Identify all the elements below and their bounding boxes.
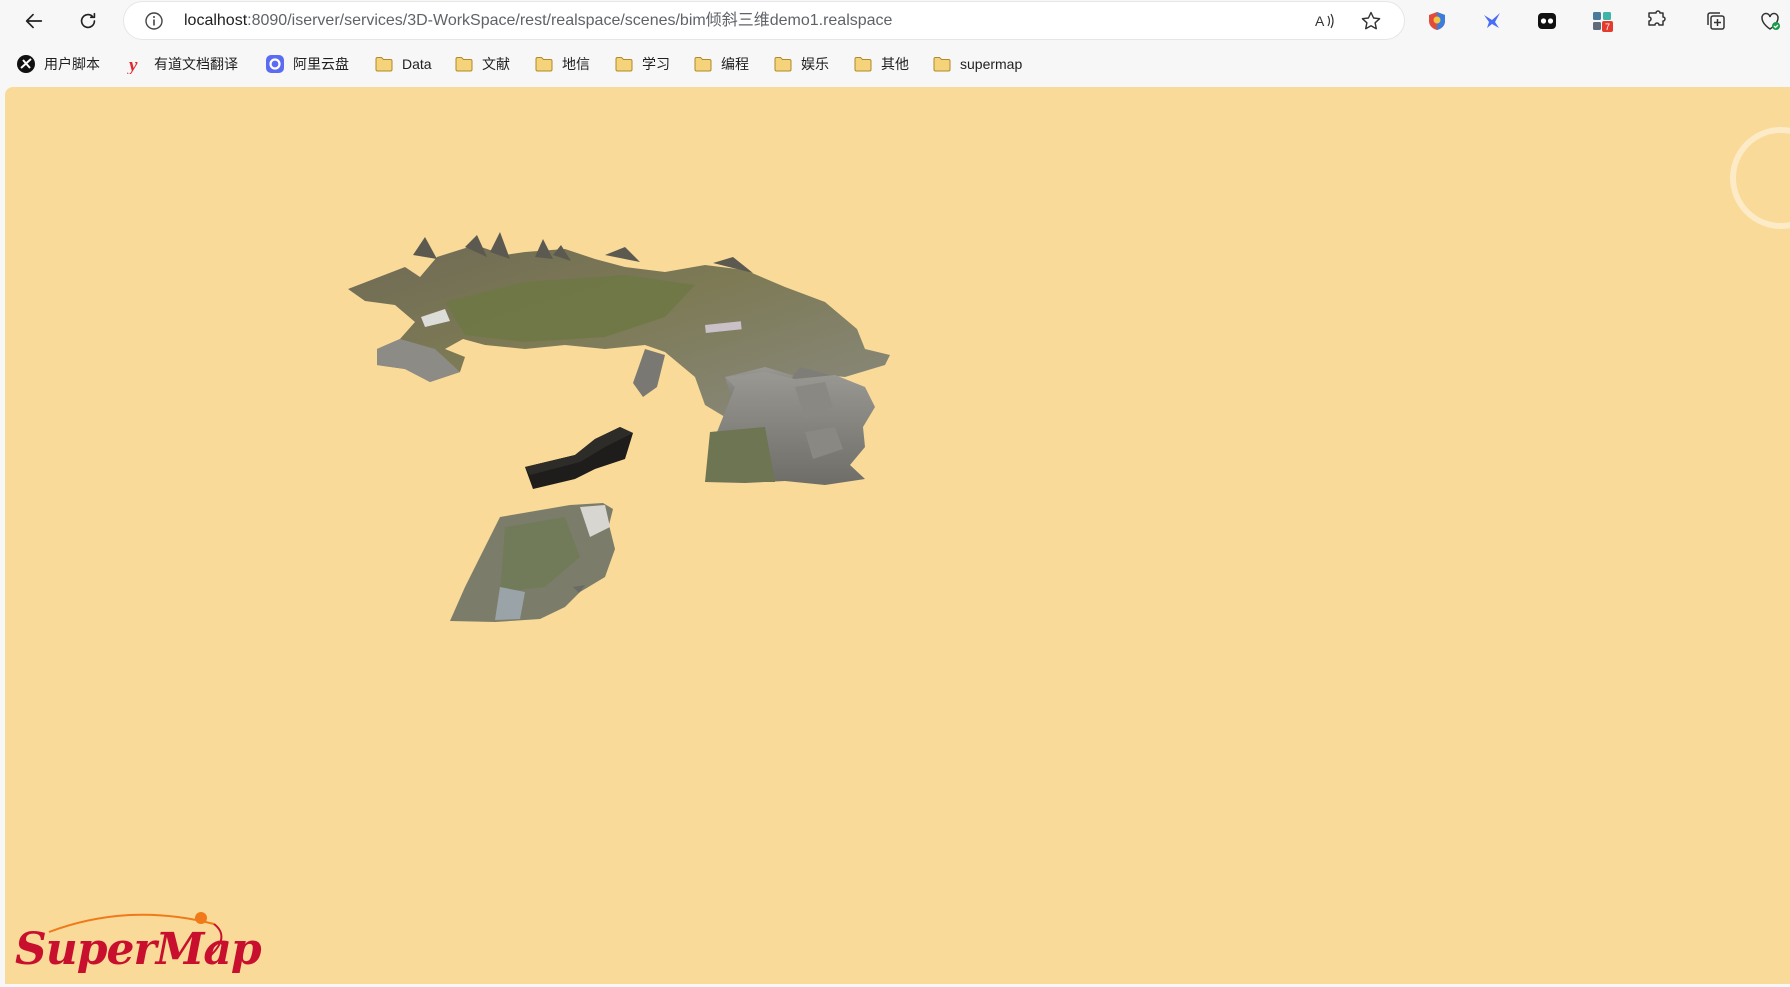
scene-viewport[interactable]: SuperMap [5, 87, 1790, 984]
bim-building [525, 427, 633, 489]
bookmark-label: 阿里云盘 [293, 56, 349, 72]
bookmark-label: 编程 [721, 56, 749, 72]
collections-button[interactable] [1703, 8, 1729, 34]
folder-icon [773, 54, 793, 74]
grid-extension[interactable]: 7 [1589, 8, 1615, 34]
folder-icon [374, 54, 394, 74]
oblique-3d-model[interactable] [5, 87, 1790, 984]
folder-icon [932, 54, 952, 74]
fly-extension-icon [1484, 13, 1500, 28]
folder-icon [853, 54, 873, 74]
mask-extension[interactable] [1534, 8, 1560, 34]
bookmark-folder-data[interactable]: Data [374, 51, 432, 77]
back-button[interactable] [19, 6, 49, 36]
bookmark-folder-entertainment[interactable]: 娱乐 [773, 51, 829, 77]
bookmark-folder-programming[interactable]: 编程 [693, 51, 749, 77]
performance-button[interactable] [1757, 8, 1783, 34]
bookmark-aliyun-drive[interactable]: 阿里云盘 [265, 51, 349, 77]
youdao-icon: y [126, 54, 146, 74]
shield-extension[interactable] [1424, 8, 1450, 34]
bookmark-label: 娱乐 [801, 56, 829, 72]
back-arrow-icon [25, 13, 43, 29]
url-text[interactable]: localhost:8090/iserver/services/3D-WorkS… [184, 11, 892, 31]
supermap-logo: SuperMap [9, 902, 262, 982]
folder-icon [693, 54, 713, 74]
folder-icon [534, 54, 554, 74]
userscript-icon [16, 54, 36, 74]
read-aloud-icon[interactable]: A [1314, 10, 1336, 32]
bookmark-label: 用户脚本 [44, 56, 100, 72]
folder-icon [614, 54, 634, 74]
bookmark-folder-other[interactable]: 其他 [853, 51, 909, 77]
address-bar[interactable]: localhost:8090/iserver/services/3D-WorkS… [124, 2, 1404, 39]
extensions-button[interactable] [1643, 8, 1669, 34]
extension-badge: 7 [1605, 22, 1610, 32]
bookmark-label: 学习 [642, 56, 670, 72]
puzzle-extensions-icon [1648, 10, 1666, 26]
bookmark-userscript[interactable]: 用户脚本 [16, 51, 100, 77]
browser-toolbar: localhost:8090/iserver/services/3D-WorkS… [0, 0, 1790, 42]
shield-extension-icon [1429, 12, 1445, 30]
bookmark-label: 其他 [881, 56, 909, 72]
bookmark-folder-literature[interactable]: 文献 [454, 51, 510, 77]
bookmark-label: Data [402, 56, 432, 72]
bookmark-folder-geoinfo[interactable]: 地信 [534, 51, 590, 77]
bookmark-label: 文献 [482, 56, 510, 72]
svg-text:A: A [1315, 13, 1325, 29]
logo-text: SuperMap [15, 924, 262, 975]
terrain-tile-south [450, 503, 615, 622]
performance-icon [1761, 12, 1780, 30]
bookmark-youdao[interactable]: y 有道文档翻译 [126, 51, 238, 77]
aliyun-drive-icon [265, 54, 285, 74]
reload-icon [80, 12, 96, 29]
bookmark-label: 地信 [562, 56, 590, 72]
bookmark-label: supermap [960, 56, 1023, 72]
svg-text:y: y [127, 55, 138, 74]
grid-extension-icon: 7 [1593, 12, 1613, 32]
bookmark-label: 有道文档翻译 [154, 56, 238, 72]
url-path: :8090/iserver/services/3D-WorkSpace/rest… [247, 12, 893, 29]
folder-icon [454, 54, 474, 74]
terrain-connector [633, 349, 665, 397]
site-info-icon[interactable] [144, 11, 164, 31]
mask-extension-icon [1538, 13, 1556, 29]
url-host: localhost [184, 12, 248, 29]
collections-icon [1707, 12, 1725, 30]
favorite-star-icon[interactable] [1360, 10, 1382, 32]
bookmarks-bar: 用户脚本 y 有道文档翻译 阿里云盘 Data 文献 地信 学习 编程 娱乐 其… [0, 46, 1790, 82]
fly-extension[interactable] [1479, 8, 1505, 34]
bookmark-folder-study[interactable]: 学习 [614, 51, 670, 77]
reload-button[interactable] [73, 6, 103, 36]
bookmark-folder-supermap[interactable]: supermap [932, 51, 1022, 77]
